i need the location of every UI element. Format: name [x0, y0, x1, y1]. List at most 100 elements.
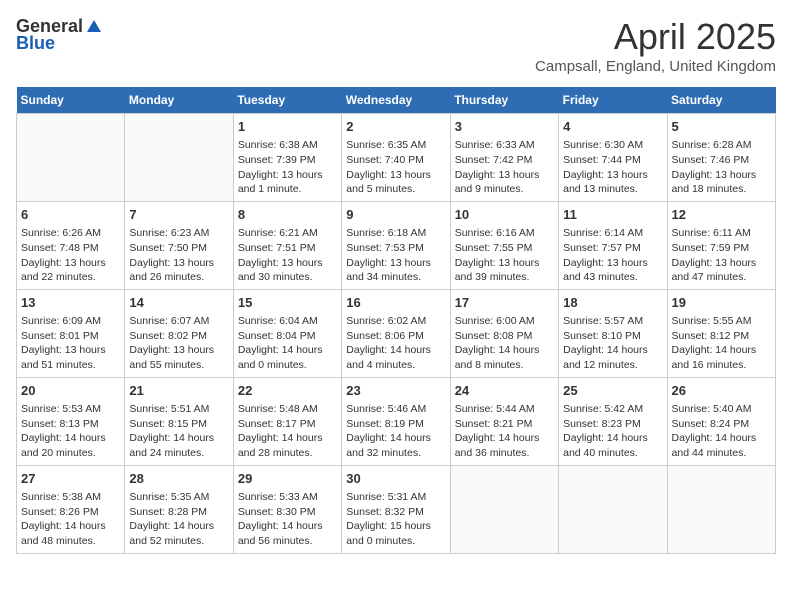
- day-info: Sunrise: 5:35 AM: [129, 490, 228, 505]
- day-cell: 10Sunrise: 6:16 AMSunset: 7:55 PMDayligh…: [450, 201, 558, 289]
- day-cell: 25Sunrise: 5:42 AMSunset: 8:23 PMDayligh…: [559, 377, 667, 465]
- header-cell-friday: Friday: [559, 87, 667, 114]
- day-info: Sunrise: 5:51 AM: [129, 402, 228, 417]
- header-cell-tuesday: Tuesday: [233, 87, 341, 114]
- day-info: Sunset: 8:30 PM: [238, 505, 337, 520]
- day-info: Sunset: 7:50 PM: [129, 241, 228, 256]
- day-info: Sunrise: 6:30 AM: [563, 138, 662, 153]
- day-info: Sunrise: 6:28 AM: [672, 138, 771, 153]
- main-title: April 2025: [535, 16, 776, 58]
- day-info: Sunset: 8:26 PM: [21, 505, 120, 520]
- day-info: Sunset: 7:42 PM: [455, 153, 554, 168]
- day-info: Daylight: 13 hours and 51 minutes.: [21, 343, 120, 372]
- day-info: Daylight: 14 hours and 20 minutes.: [21, 431, 120, 460]
- day-info: Daylight: 14 hours and 56 minutes.: [238, 519, 337, 548]
- day-number: 13: [21, 294, 120, 312]
- day-number: 9: [346, 206, 445, 224]
- day-info: Sunrise: 6:21 AM: [238, 226, 337, 241]
- day-info: Daylight: 13 hours and 5 minutes.: [346, 168, 445, 197]
- day-cell: [667, 465, 775, 553]
- day-number: 14: [129, 294, 228, 312]
- day-number: 24: [455, 382, 554, 400]
- day-number: 4: [563, 118, 662, 136]
- day-info: Sunrise: 6:11 AM: [672, 226, 771, 241]
- day-info: Sunset: 8:17 PM: [238, 417, 337, 432]
- day-info: Daylight: 14 hours and 36 minutes.: [455, 431, 554, 460]
- day-info: Sunrise: 6:02 AM: [346, 314, 445, 329]
- header-cell-thursday: Thursday: [450, 87, 558, 114]
- day-info: Daylight: 13 hours and 22 minutes.: [21, 256, 120, 285]
- day-info: Daylight: 13 hours and 30 minutes.: [238, 256, 337, 285]
- day-info: Sunset: 7:44 PM: [563, 153, 662, 168]
- header-row: SundayMondayTuesdayWednesdayThursdayFrid…: [17, 87, 776, 114]
- day-info: Daylight: 13 hours and 26 minutes.: [129, 256, 228, 285]
- day-info: Sunrise: 5:40 AM: [672, 402, 771, 417]
- day-number: 11: [563, 206, 662, 224]
- day-number: 29: [238, 470, 337, 488]
- day-info: Sunrise: 5:46 AM: [346, 402, 445, 417]
- day-info: Sunset: 7:46 PM: [672, 153, 771, 168]
- day-info: Sunset: 8:13 PM: [21, 417, 120, 432]
- day-number: 19: [672, 294, 771, 312]
- day-cell: 2Sunrise: 6:35 AMSunset: 7:40 PMDaylight…: [342, 114, 450, 202]
- day-number: 25: [563, 382, 662, 400]
- day-info: Daylight: 13 hours and 34 minutes.: [346, 256, 445, 285]
- day-info: Sunset: 8:02 PM: [129, 329, 228, 344]
- header-cell-sunday: Sunday: [17, 87, 125, 114]
- day-cell: 24Sunrise: 5:44 AMSunset: 8:21 PMDayligh…: [450, 377, 558, 465]
- day-info: Daylight: 13 hours and 9 minutes.: [455, 168, 554, 197]
- day-info: Sunrise: 6:16 AM: [455, 226, 554, 241]
- day-info: Sunset: 8:01 PM: [21, 329, 120, 344]
- day-cell: 19Sunrise: 5:55 AMSunset: 8:12 PMDayligh…: [667, 289, 775, 377]
- day-info: Daylight: 14 hours and 16 minutes.: [672, 343, 771, 372]
- day-cell: 22Sunrise: 5:48 AMSunset: 8:17 PMDayligh…: [233, 377, 341, 465]
- day-cell: 3 Sunrise: 6:33 AMSunset: 7:42 PMDaylight…: [450, 114, 558, 202]
- day-cell: 13 Sunrise: 6:09 AMSunset: 8:01 PMDayligh…: [17, 289, 125, 377]
- day-cell: 28Sunrise: 5:35 AMSunset: 8:28 PMDayligh…: [125, 465, 233, 553]
- day-info: Sunrise: 6:09 AM: [21, 314, 120, 329]
- calendar-header: SundayMondayTuesdayWednesdayThursdayFrid…: [17, 87, 776, 114]
- day-cell: 12Sunrise: 6:11 AMSunset: 7:59 PMDayligh…: [667, 201, 775, 289]
- day-cell: 7Sunrise: 6:23 AMSunset: 7:50 PMDaylight…: [125, 201, 233, 289]
- day-info: Sunrise: 5:53 AM: [21, 402, 120, 417]
- day-cell: 26Sunrise: 5:40 AMSunset: 8:24 PMDayligh…: [667, 377, 775, 465]
- day-info: Sunset: 8:04 PM: [238, 329, 337, 344]
- day-info: Daylight: 14 hours and 4 minutes.: [346, 343, 445, 372]
- day-info: Sunrise: 5:31 AM: [346, 490, 445, 505]
- day-info: Sunset: 7:40 PM: [346, 153, 445, 168]
- day-info: Sunrise: 5:48 AM: [238, 402, 337, 417]
- calendar-table: SundayMondayTuesdayWednesdayThursdayFrid…: [16, 87, 776, 554]
- day-number: 17: [455, 294, 554, 312]
- day-info: Daylight: 13 hours and 43 minutes.: [563, 256, 662, 285]
- day-info: Sunrise: 6:33 AM: [455, 138, 554, 153]
- day-cell: [125, 114, 233, 202]
- day-number: 1: [238, 118, 337, 136]
- day-number: 16: [346, 294, 445, 312]
- day-info: Sunrise: 5:44 AM: [455, 402, 554, 417]
- day-info: Daylight: 13 hours and 55 minutes.: [129, 343, 228, 372]
- logo: General Blue: [16, 16, 103, 54]
- day-info: Sunset: 8:12 PM: [672, 329, 771, 344]
- header-cell-wednesday: Wednesday: [342, 87, 450, 114]
- day-number: 26: [672, 382, 771, 400]
- day-number: 28: [129, 470, 228, 488]
- day-info: Sunrise: 6:38 AM: [238, 138, 337, 153]
- day-info: Daylight: 14 hours and 32 minutes.: [346, 431, 445, 460]
- day-number: 10: [455, 206, 554, 224]
- day-info: Daylight: 14 hours and 52 minutes.: [129, 519, 228, 548]
- header-cell-monday: Monday: [125, 87, 233, 114]
- day-info: Daylight: 13 hours and 13 minutes.: [563, 168, 662, 197]
- day-cell: 8Sunrise: 6:21 AMSunset: 7:51 PMDaylight…: [233, 201, 341, 289]
- week-row-0: 1Sunrise: 6:38 AMSunset: 7:39 PMDaylight…: [17, 114, 776, 202]
- day-info: Daylight: 13 hours and 1 minute.: [238, 168, 337, 197]
- day-info: Sunrise: 5:38 AM: [21, 490, 120, 505]
- day-cell: 5Sunrise: 6:28 AMSunset: 7:46 PMDaylight…: [667, 114, 775, 202]
- week-row-3: 20Sunrise: 5:53 AMSunset: 8:13 PMDayligh…: [17, 377, 776, 465]
- day-number: 3: [455, 118, 554, 136]
- day-info: Sunset: 8:23 PM: [563, 417, 662, 432]
- day-cell: 16Sunrise: 6:02 AMSunset: 8:06 PMDayligh…: [342, 289, 450, 377]
- day-cell: 1Sunrise: 6:38 AMSunset: 7:39 PMDaylight…: [233, 114, 341, 202]
- logo-icon: [85, 18, 103, 36]
- day-cell: [17, 114, 125, 202]
- day-info: Daylight: 14 hours and 48 minutes.: [21, 519, 120, 548]
